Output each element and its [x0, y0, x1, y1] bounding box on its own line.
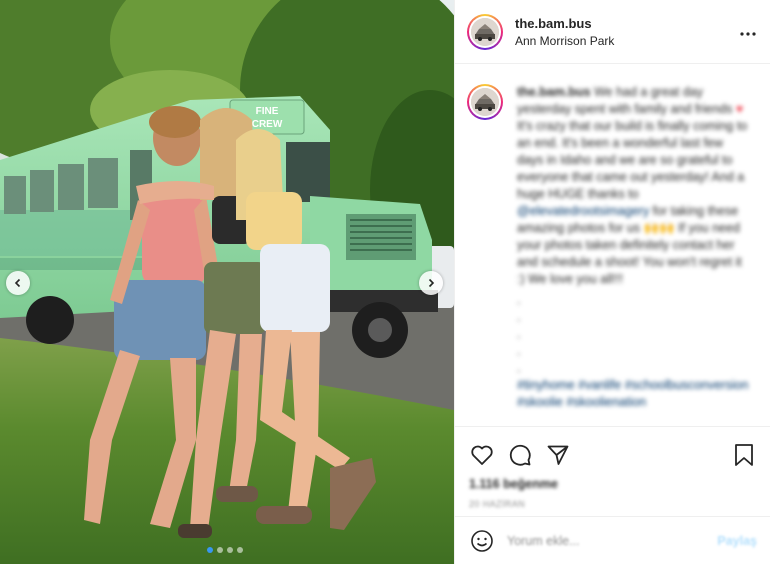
author-avatar[interactable] [467, 13, 503, 50]
caption-hashtags[interactable]: #tinyhome #vanlife #schoolbusconversion … [517, 377, 749, 411]
post-location[interactable]: Ann Morrison Park [515, 34, 740, 48]
carousel-dot-4 [237, 547, 243, 553]
bus-sign-line1: FINE [256, 106, 279, 117]
comment-bubble-icon [509, 444, 531, 466]
caption-spacer-dot: . [517, 361, 521, 375]
carousel-dot-3 [227, 547, 233, 553]
carousel-dot-1 [207, 547, 213, 553]
carousel-dot-2 [217, 547, 223, 553]
post-actions: 1.116 beğenme 20 HAZİRAN [455, 426, 770, 516]
bus-avatar-icon [471, 88, 499, 116]
comment-button[interactable] [507, 442, 533, 468]
caption-spacer-dot: . [517, 293, 521, 307]
post-timestamp[interactable]: 20 HAZİRAN [469, 499, 757, 509]
next-slide-button[interactable] [419, 271, 443, 295]
author-username[interactable]: the.bam.bus [515, 16, 740, 31]
heart-icon [471, 445, 493, 465]
caption-spacer-dot: . [517, 327, 521, 341]
caption-mention[interactable]: @elevatedrootsimagery [517, 204, 649, 218]
photo-scene: FINE CREW [0, 0, 454, 564]
heart-emoji: ♥ [735, 102, 744, 116]
action-icons-row [469, 435, 757, 475]
caption-spacer-dot: . [517, 344, 521, 358]
caption-row: the.bam.bus We had a great day yesterday… [467, 84, 753, 411]
smiley-icon [471, 529, 493, 552]
likes-count[interactable]: 1.116 beğenme [469, 477, 757, 491]
bus-sign-line2: CREW [252, 119, 283, 130]
like-button[interactable] [469, 442, 495, 468]
comments-section[interactable]: the.bam.bus We had a great day yesterday… [455, 64, 770, 426]
carousel-indicator [207, 547, 243, 553]
bookmark-icon [735, 444, 753, 466]
post-caption: the.bam.bus We had a great day yesterday… [517, 84, 749, 411]
comment-input[interactable] [507, 533, 718, 548]
caption-spacer-dot: . [517, 310, 521, 324]
more-options-button[interactable] [740, 23, 756, 41]
post-details-panel: the.bam.bus Ann Morrison Park the.bam.bu… [454, 0, 770, 564]
caption-username[interactable]: the.bam.bus [517, 85, 591, 99]
caption-text-2: It's crazy that our build is finally com… [517, 119, 748, 201]
save-button[interactable] [731, 442, 757, 468]
chevron-right-icon [428, 278, 435, 288]
post-header: the.bam.bus Ann Morrison Park [455, 0, 770, 64]
post-photo: FINE CREW [0, 0, 454, 564]
emoji-button[interactable] [469, 528, 495, 554]
add-comment-bar: Paylaş [455, 516, 770, 564]
chevron-left-icon [14, 278, 21, 288]
bus-avatar-icon [471, 17, 499, 46]
post-comment-button[interactable]: Paylaş [717, 534, 757, 548]
paper-plane-icon [547, 445, 569, 465]
share-button[interactable] [545, 442, 571, 468]
ellipsis-icon [740, 31, 756, 36]
previous-slide-button[interactable] [6, 271, 30, 295]
caption-author-avatar[interactable] [467, 84, 503, 120]
